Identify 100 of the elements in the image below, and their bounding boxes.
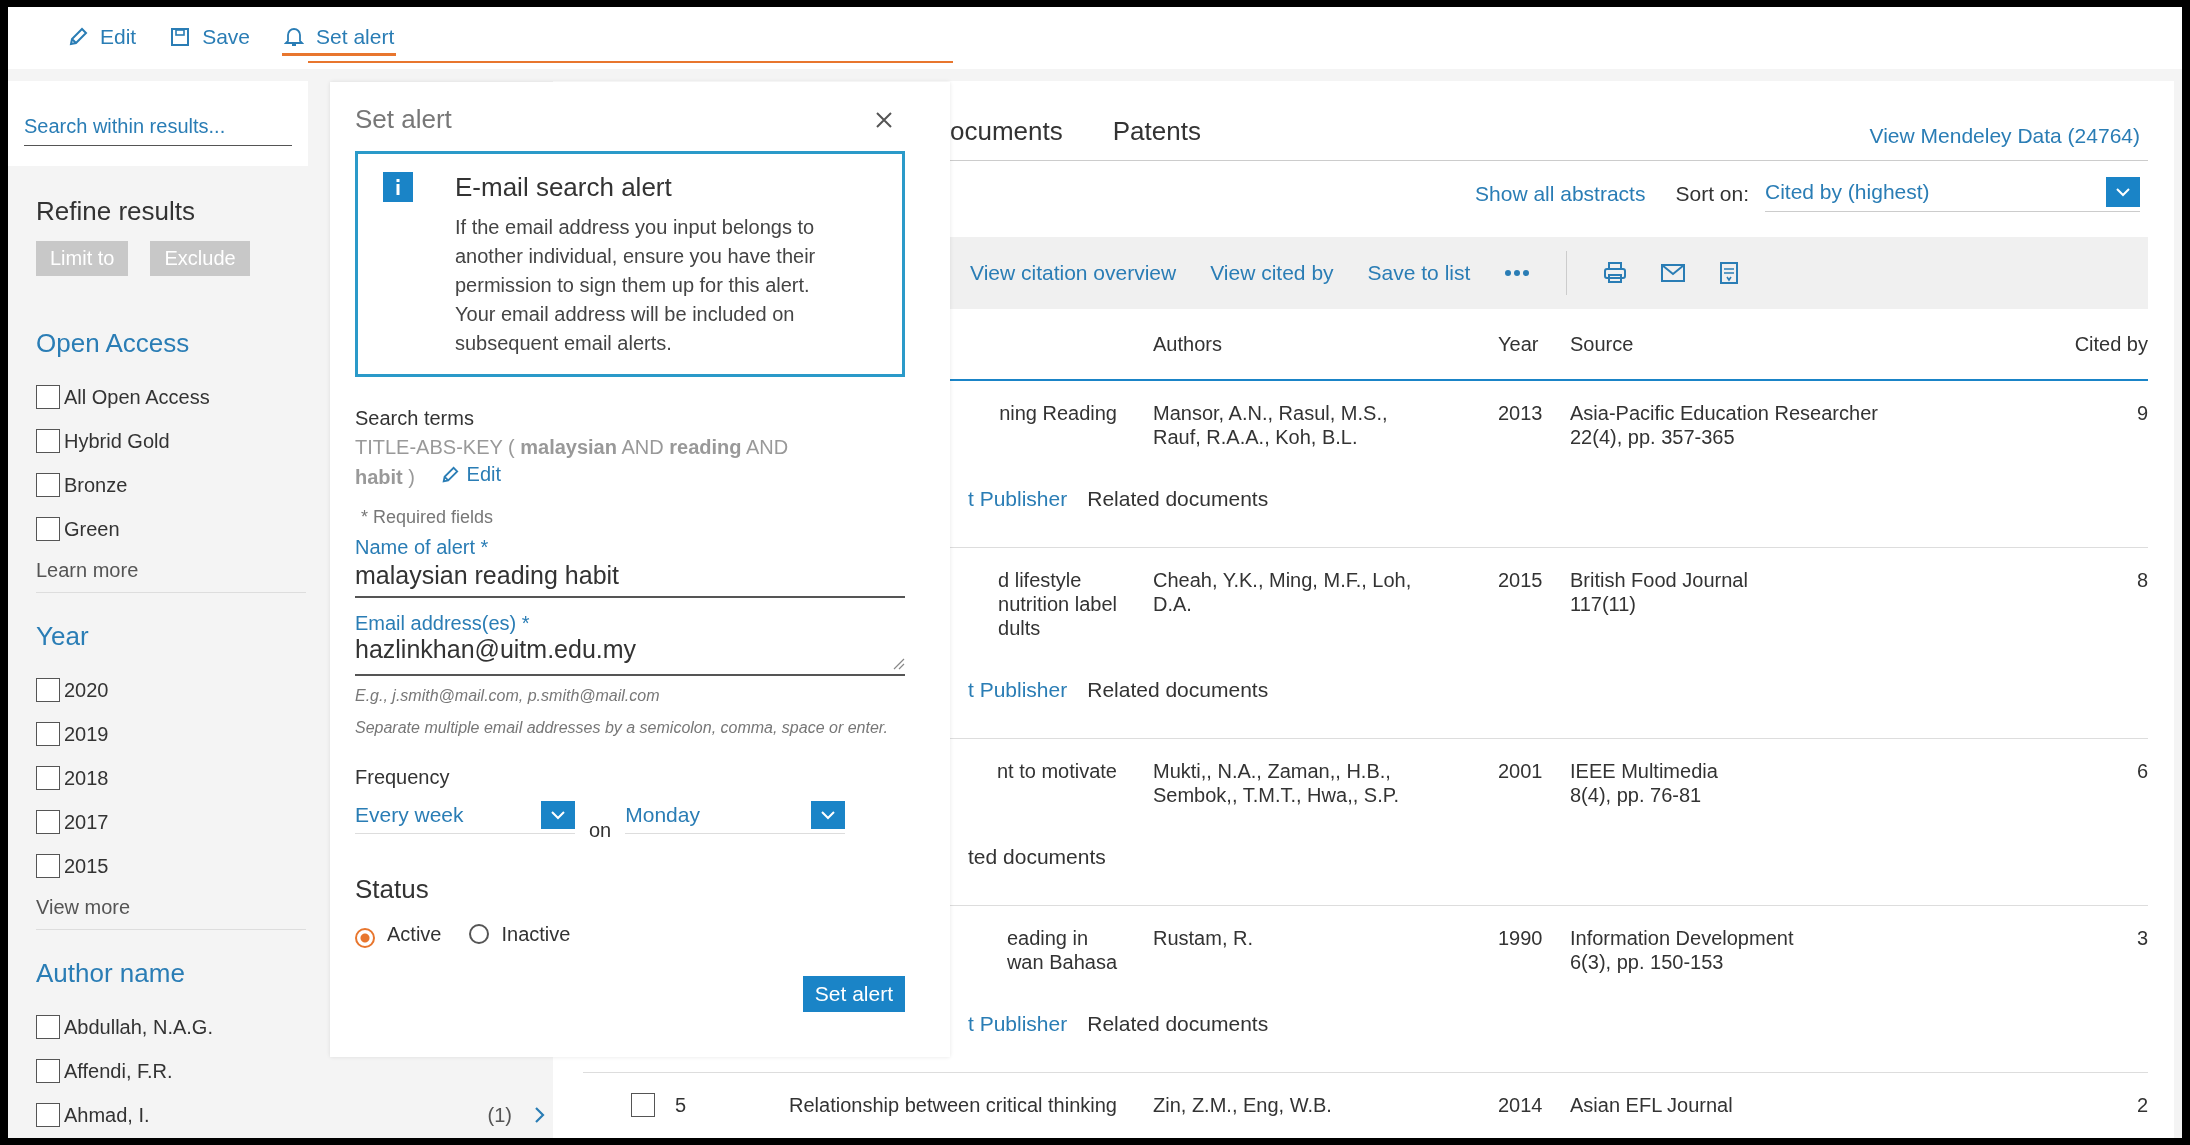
action-link[interactable]: View cited by (1210, 261, 1334, 285)
authors-cell-text: Mansor, A.N., Rasul, M.S., Rauf, R.A.A., Koh, B.L. (1153, 401, 1389, 449)
results-tab[interactable]: ocuments (950, 115, 1063, 156)
mail-icon[interactable] (1661, 264, 1686, 282)
results-tab[interactable]: Patents (1112, 115, 1201, 156)
checkbox[interactable] (36, 678, 60, 702)
year-cell-text: 2013 (1498, 401, 1544, 425)
filter-heading: Year (36, 621, 90, 652)
year-cell-text: 2001 (1498, 759, 1544, 783)
chevron-right-icon[interactable] (534, 1106, 546, 1124)
authors-cell-text: Zin, Z.M., Eng, W.B. (1153, 1093, 1333, 1117)
dialog-title: Set alert (355, 104, 452, 135)
action-link[interactable]: View citation overview (970, 261, 1177, 285)
more-link[interactable]: View more (36, 896, 306, 919)
document-icon[interactable] (1719, 262, 1740, 284)
filter-label[interactable]: 2015 (64, 854, 109, 878)
cited-by-cell-text: 2 (2135, 1093, 2148, 1117)
document-title[interactable]: d lifestyle nutrition label dults (998, 568, 1117, 640)
checkbox[interactable] (36, 854, 60, 878)
column-header[interactable]: Source (1570, 332, 2038, 356)
year-cell-text: 1990 (1498, 926, 1544, 950)
filter-label[interactable]: 2017 (64, 810, 109, 834)
radio-label[interactable]: Inactive (501, 922, 571, 946)
cited-by-cell-text: 9 (2135, 401, 2148, 425)
publisher-link[interactable]: t Publisher (968, 1012, 1068, 1036)
authors-cell-text: Cheah, Y.K., Ming, M.F., Loh, D.A. (1153, 568, 1413, 616)
action-link[interactable]: Save to list (1367, 261, 1471, 285)
more-link[interactable]: Learn more (36, 559, 306, 582)
column-header[interactable]: Year (1498, 332, 1570, 356)
filter-label[interactable]: All Open Access (64, 385, 210, 409)
chevron-down-icon[interactable] (2106, 176, 2140, 207)
checkbox[interactable] (36, 1015, 60, 1039)
checkbox[interactable] (36, 1103, 60, 1127)
publisher-link[interactable]: t Publisher (968, 678, 1068, 702)
publisher-link[interactable]: t Publisher (968, 487, 1068, 511)
more-dots-icon[interactable] (1504, 269, 1531, 277)
info-title: E-mail search alert (455, 172, 673, 203)
radio-button[interactable] (355, 928, 375, 948)
year-cell-text: 2015 (1498, 568, 1544, 592)
checkbox[interactable] (36, 517, 60, 541)
search-field[interactable]: Search within results... (8, 81, 308, 166)
filter-heading: Open Access (36, 328, 191, 359)
show-abstracts-link[interactable]: Show all abstracts (1475, 182, 1646, 206)
source-cell-text: IEEE Multimedia 8(4), pp. 76-81 (1570, 759, 1719, 807)
column-header[interactable]: Authors (1153, 332, 1498, 356)
resize-grip-icon[interactable] (893, 657, 905, 670)
filter-label[interactable]: Ahmad, I. (64, 1103, 150, 1127)
chevron-down-icon (541, 800, 575, 829)
source-cell-text: Asian EFL Journal (1570, 1093, 1734, 1117)
cited-by-cell-text: 3 (2135, 926, 2148, 950)
chevron-down-icon (811, 800, 846, 829)
edit-link[interactable]: Edit (440, 461, 502, 488)
related-documents-link[interactable]: Related documents (1087, 487, 1269, 511)
mendeley-link[interactable]: View Mendeley Data (24764) (1869, 123, 2140, 148)
checkbox[interactable] (36, 473, 60, 497)
filter-label[interactable]: Affendi, F.R. (64, 1059, 173, 1083)
filter-label[interactable]: Hybrid Gold (64, 429, 170, 453)
related-documents-link[interactable]: Related documents (1087, 678, 1269, 702)
filter-label[interactable]: Green (64, 517, 120, 541)
document-title[interactable]: eading in wan Bahasa (1006, 926, 1117, 974)
related-documents-link[interactable]: ted documents (968, 845, 1106, 869)
cited-by-cell-text: 8 (2135, 568, 2148, 592)
document-title[interactable]: ning Reading (999, 401, 1117, 425)
checkbox[interactable] (36, 766, 60, 790)
radio-label[interactable]: Active (387, 922, 442, 946)
close-icon[interactable] (875, 110, 893, 129)
day-dropdown[interactable]: Monday (625, 800, 846, 834)
frequency-dropdown[interactable]: Every week (355, 800, 575, 834)
checkbox[interactable] (631, 1093, 655, 1117)
radio-button[interactable] (469, 924, 490, 944)
checkbox[interactable] (36, 429, 60, 453)
email-field[interactable]: hazlinkhan@uitm.edu.my (355, 634, 905, 676)
filter-label[interactable]: 2019 (64, 722, 109, 746)
row-number: 5 (675, 1093, 687, 1117)
print-icon[interactable] (1603, 262, 1628, 284)
toolbar-button[interactable]: Set alert (282, 20, 397, 56)
authors-cell-text: Rustam, R. (1153, 926, 1255, 950)
source-cell-text: Information Development 6(3), pp. 150-153 (1570, 926, 1795, 974)
source-cell-text: British Food Journal 117(11) (1570, 568, 1749, 616)
filter-label[interactable]: Bronze (64, 473, 128, 497)
related-documents-link[interactable]: Related documents (1087, 1012, 1269, 1036)
filter-label[interactable]: 2020 (64, 678, 109, 702)
checkbox[interactable] (36, 385, 60, 409)
checkbox[interactable] (36, 1059, 60, 1083)
sort-dropdown[interactable]: Cited by (highest) (1765, 176, 2140, 212)
document-title[interactable]: Relationship between critical thinking (789, 1093, 1117, 1117)
search-query: TITLE-ABS-KEY ( malaysian AND reading AND habit ) Edit (355, 435, 790, 490)
checkbox[interactable] (36, 722, 60, 746)
filter-label[interactable]: Abdullah, N.A.G. (64, 1015, 213, 1039)
filter-label[interactable]: 2018 (64, 766, 109, 790)
year-cell-text: 2014 (1498, 1093, 1544, 1117)
frequency-label: Frequency (355, 765, 451, 789)
toolbar-button[interactable]: Save (168, 20, 253, 56)
checkbox[interactable] (36, 810, 60, 834)
status-label: Status (355, 873, 430, 905)
cited-by-cell-text: 6 (2135, 759, 2148, 783)
toolbar-button[interactable]: Edit (66, 20, 139, 56)
column-header[interactable]: Cited by (2038, 332, 2148, 356)
document-title[interactable]: nt to motivate (996, 759, 1117, 783)
set-alert-button[interactable]: Set alert (802, 975, 905, 1012)
